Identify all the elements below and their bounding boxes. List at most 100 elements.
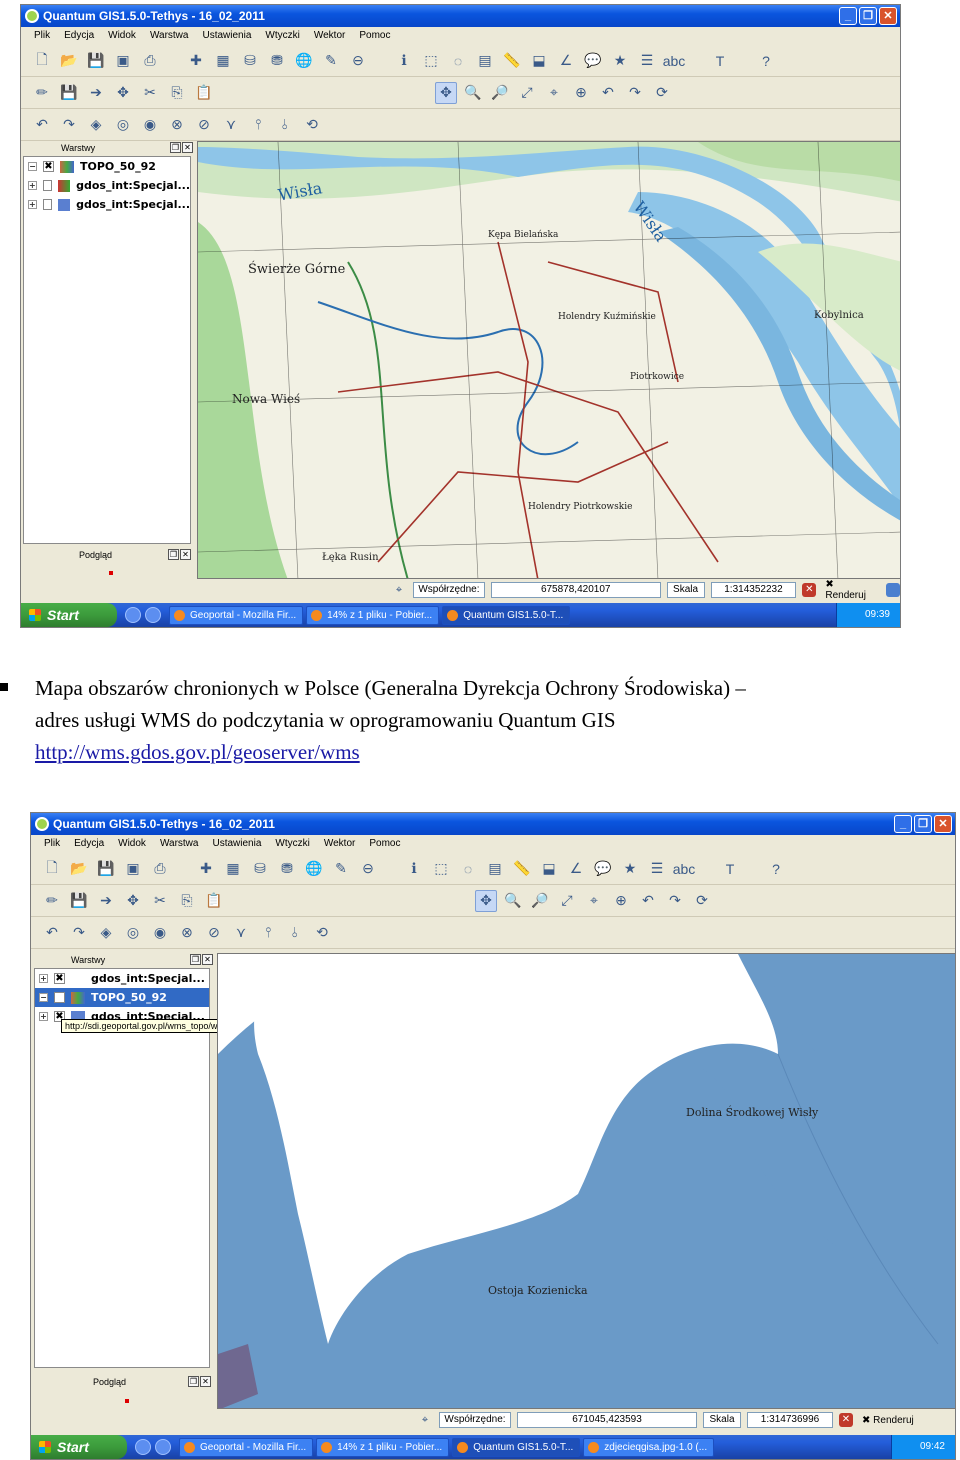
add-raster-layer-icon[interactable]: ▦ — [212, 50, 234, 72]
reshape-icon[interactable]: ⋎ — [230, 922, 252, 944]
help-icon[interactable]: ? — [765, 858, 787, 880]
legend-layer-item[interactable]: + gdos_int:Specjal... — [24, 176, 190, 195]
save-project-icon[interactable]: 💾 — [95, 858, 117, 880]
expand-icon[interactable]: + — [39, 1012, 48, 1021]
delete-ring-icon[interactable]: ⊗ — [166, 114, 188, 136]
capture-point-icon[interactable]: ➔ — [95, 890, 117, 912]
deselect-icon[interactable]: ◌ — [457, 858, 479, 880]
coordinate-toggle-icon[interactable]: ⌖ — [391, 582, 407, 598]
map-canvas[interactable]: Dolina Środkowej Wisły Ostoja Kozienicka — [217, 953, 955, 1409]
split-features-icon[interactable]: ⫯ — [257, 922, 279, 944]
menu-pomoc[interactable]: Pomoc — [362, 835, 407, 853]
toggle-editing-icon[interactable]: ✏ — [31, 82, 53, 104]
legend-layer-item[interactable]: − ✖ TOPO_50_92 — [24, 157, 190, 176]
menu-edycja[interactable]: Edycja — [67, 835, 111, 853]
menu-warstwa[interactable]: Warstwa — [143, 27, 196, 45]
show-desktop-icon[interactable] — [125, 607, 141, 623]
zoom-last-icon[interactable]: ↶ — [597, 82, 619, 104]
scale-field[interactable]: 1:314736996 — [747, 1412, 833, 1428]
render-checkbox[interactable]: ✖ Renderuj — [859, 1415, 917, 1426]
map-tips-icon[interactable]: 💬 — [592, 858, 614, 880]
layer-name[interactable]: gdos_int:Specjal... — [91, 972, 205, 985]
select-icon[interactable]: ⬚ — [420, 50, 442, 72]
show-desktop-icon[interactable] — [135, 1439, 151, 1455]
move-feature-icon[interactable]: ✥ — [112, 82, 134, 104]
pan-map-icon[interactable]: ✥ — [475, 889, 497, 912]
collapse-icon[interactable]: − — [39, 993, 48, 1002]
dock-close-button[interactable]: ✕ — [202, 954, 213, 965]
copy-icon[interactable]: ⎘ — [176, 890, 198, 912]
close-button[interactable]: ✕ — [934, 815, 952, 833]
paste-icon[interactable]: 📋 — [203, 890, 225, 912]
zoom-out-icon[interactable]: 🔎 — [489, 82, 511, 104]
stop-render-icon[interactable]: ✕ — [802, 583, 817, 597]
new-shapefile-icon[interactable]: ✎ — [320, 50, 342, 72]
save-edits-icon[interactable]: 💾 — [58, 82, 80, 104]
measure-angle-icon[interactable]: ∠ — [555, 50, 577, 72]
menu-edycja[interactable]: Edycja — [57, 27, 101, 45]
internet-explorer-icon[interactable] — [155, 1439, 171, 1455]
dock-close-button[interactable]: ✕ — [180, 549, 191, 560]
taskbar-item[interactable]: Geoportal - Mozilla Fir... — [179, 1437, 314, 1457]
dock-close-button[interactable]: ✕ — [200, 1376, 211, 1387]
add-vector-layer-icon[interactable]: ✚ — [185, 50, 207, 72]
print-composer-icon[interactable]: ⎙ — [139, 50, 161, 72]
merge-features-icon[interactable]: ⫰ — [274, 114, 296, 136]
taskbar-item[interactable]: Geoportal - Mozilla Fir... — [169, 605, 304, 625]
pan-map-icon[interactable]: ✥ — [435, 81, 457, 104]
text-annotation-icon[interactable]: T — [719, 858, 741, 880]
internet-explorer-icon[interactable] — [145, 607, 161, 623]
minimize-button[interactable]: _ — [839, 7, 857, 25]
menu-plik[interactable]: Plik — [37, 835, 67, 853]
refresh-icon[interactable]: ⟳ — [691, 890, 713, 912]
print-composer-icon[interactable]: ⎙ — [149, 858, 171, 880]
legend-layer-item[interactable]: + ✖ gdos_int:Specjal... — [35, 969, 209, 988]
dock-float-button[interactable]: ❐ — [168, 549, 179, 560]
open-project-icon[interactable]: 📂 — [58, 50, 80, 72]
wms-link[interactable]: http://wms.gdos.gov.pl/geoserver/wms — [35, 740, 360, 764]
dock-float-button[interactable]: ❐ — [170, 142, 181, 153]
zoom-selection-icon[interactable]: ⌖ — [543, 82, 565, 104]
add-island-icon[interactable]: ◉ — [149, 922, 171, 944]
render-checkbox[interactable]: ✖ Renderuj — [822, 579, 880, 601]
rotate-icon[interactable]: ⟲ — [301, 114, 323, 136]
layer-visibility-checkbox[interactable] — [42, 180, 53, 191]
taskbar-item[interactable]: Quantum GIS1.5.0-T... — [452, 1437, 581, 1457]
delete-ring-icon[interactable]: ⊗ — [176, 922, 198, 944]
simplify-icon[interactable]: ◈ — [85, 114, 107, 136]
maximize-button[interactable]: ❐ — [914, 815, 932, 833]
menu-warstwa[interactable]: Warstwa — [153, 835, 206, 853]
label-icon[interactable]: abc — [673, 858, 696, 880]
new-bookmark-icon[interactable]: ★ — [609, 50, 631, 72]
remove-layer-icon[interactable]: ⊖ — [347, 50, 369, 72]
coordinate-field[interactable]: 675878,420107 — [490, 582, 661, 598]
coordinate-toggle-icon[interactable]: ⌖ — [417, 1412, 433, 1428]
expand-icon[interactable]: + — [28, 200, 37, 209]
add-postgis-layer-icon[interactable]: ⛁ — [239, 50, 261, 72]
menu-wtyczki[interactable]: Wtyczki — [258, 27, 306, 45]
save-edits-icon[interactable]: 💾 — [68, 890, 90, 912]
menu-plik[interactable]: Plik — [27, 27, 57, 45]
rotate-icon[interactable]: ⟲ — [311, 922, 333, 944]
scale-field[interactable]: 1:314352232 — [710, 582, 797, 598]
zoom-in-icon[interactable]: 🔍 — [502, 890, 524, 912]
attribute-table-icon[interactable]: ▤ — [474, 50, 496, 72]
text-annotation-icon[interactable]: T — [709, 50, 731, 72]
taskbar-item[interactable]: 14% z 1 pliku - Pobier... — [306, 605, 440, 625]
reshape-icon[interactable]: ⋎ — [220, 114, 242, 136]
stop-render-icon[interactable]: ✕ — [839, 1413, 853, 1427]
menu-ustawienia[interactable]: Ustawienia — [205, 835, 268, 853]
layer-visibility-checkbox[interactable] — [42, 199, 53, 210]
redo-icon[interactable]: ↷ — [58, 114, 80, 136]
measure-line-icon[interactable]: 📏 — [511, 858, 533, 880]
collapse-icon[interactable]: − — [28, 162, 37, 171]
zoom-layer-icon[interactable]: ⊕ — [610, 890, 632, 912]
minimize-button[interactable]: _ — [894, 815, 912, 833]
close-button[interactable]: ✕ — [879, 7, 897, 25]
capture-point-icon[interactable]: ➔ — [85, 82, 107, 104]
zoom-out-icon[interactable]: 🔎 — [529, 890, 551, 912]
cut-icon[interactable]: ✂ — [139, 82, 161, 104]
dock-close-button[interactable]: ✕ — [182, 142, 193, 153]
delete-part-icon[interactable]: ⊘ — [193, 114, 215, 136]
save-project-icon[interactable]: 💾 — [85, 50, 107, 72]
